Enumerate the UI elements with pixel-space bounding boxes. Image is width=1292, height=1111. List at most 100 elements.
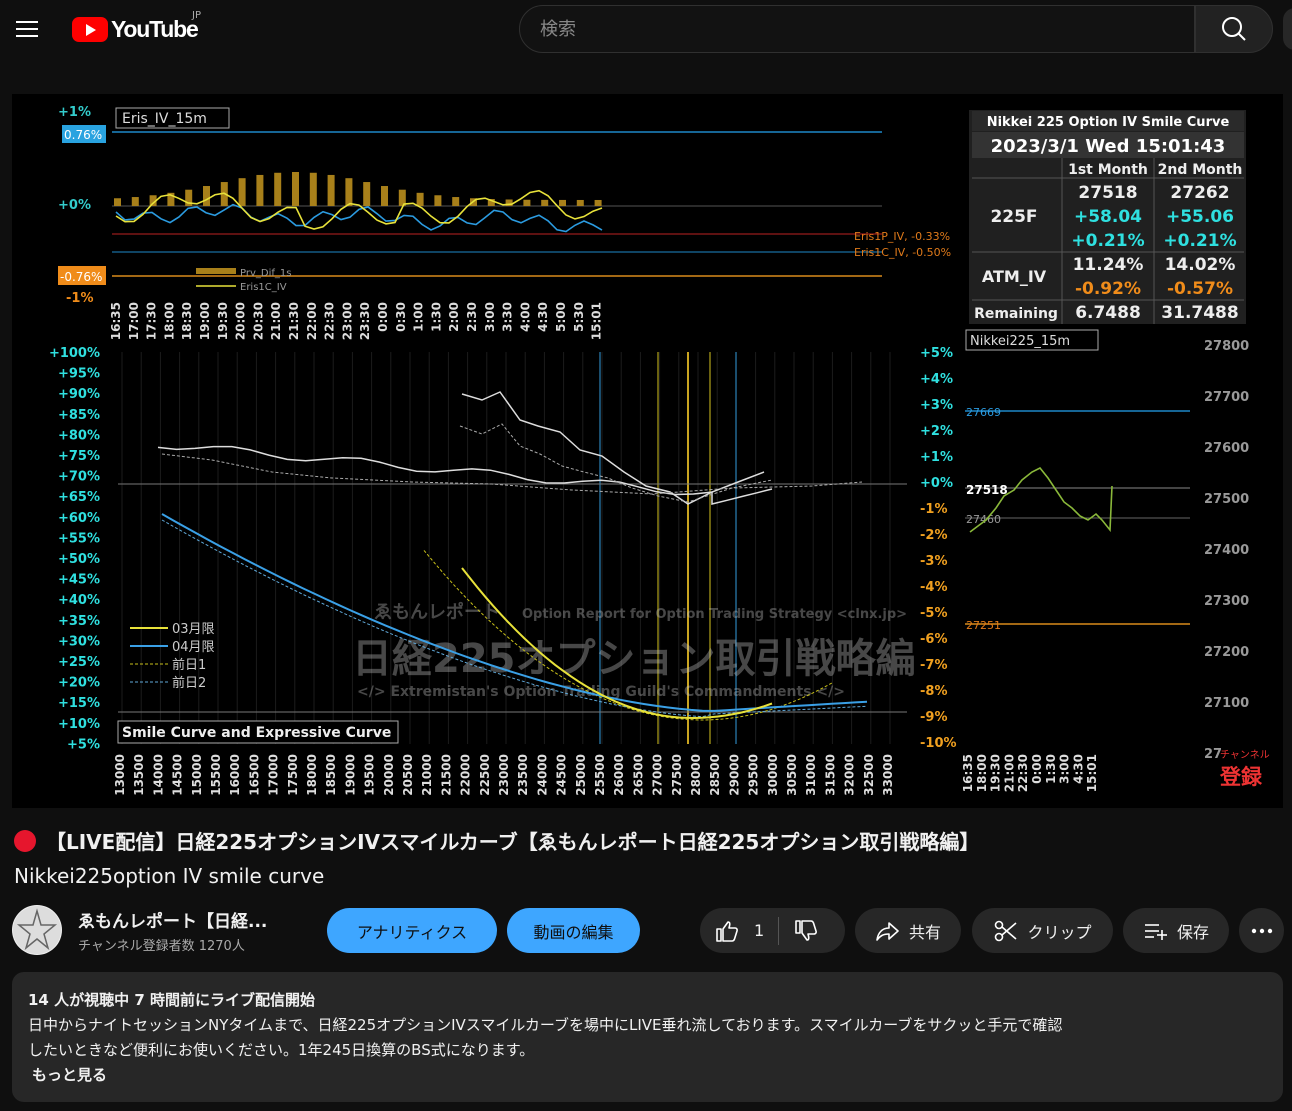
edit-label: 動画の編集 <box>533 922 614 942</box>
strike-tick: 30500 <box>785 754 799 796</box>
nikkei-low: 27251 <box>966 619 1001 632</box>
smile-y-tick: +75% <box>58 449 100 464</box>
table-f1-chg: +58.04 <box>1074 207 1142 227</box>
eris-bar <box>131 197 139 206</box>
eris-x-tick: 17:30 <box>145 302 159 340</box>
nikkei-x-tick: 3:00 <box>1058 754 1072 784</box>
voice-search-button[interactable] <box>1283 8 1292 50</box>
smile-y-tick: +70% <box>58 470 100 485</box>
eris-x-tick: 3:30 <box>501 302 515 332</box>
nikkei-x-tick: 16:35 <box>961 754 975 792</box>
pct-y-tick: -8% <box>920 684 947 699</box>
strike-tick: 13000 <box>113 754 127 796</box>
eris-x-tick: 21:00 <box>269 302 283 340</box>
watermark-2: 日経225オプション取引戦略編 <box>352 636 916 682</box>
live-icon <box>14 829 36 852</box>
nikkei-mid: 27460 <box>966 513 1001 526</box>
show-more-link[interactable]: もっと見る <box>28 1063 1267 1088</box>
pct-y-tick: -7% <box>920 658 947 673</box>
table-atm1-chg: -0.92% <box>1075 279 1141 299</box>
analytics-button[interactable]: アナリティクス <box>327 908 497 953</box>
eris-x-tick: 23:30 <box>358 302 372 340</box>
save-button[interactable]: 保存 <box>1123 908 1229 953</box>
iv-table: Nikkei 225 Option IV Smile Curve 2023/3/… <box>969 110 1246 324</box>
strike-tick: 22000 <box>459 754 473 796</box>
eris-bar <box>452 197 460 206</box>
description-meta: 14 人が視聴中 7 時間前にライブ配信開始 <box>28 991 315 1009</box>
edit-video-button[interactable]: 動画の編集 <box>507 908 640 953</box>
clip-label: クリップ <box>1027 922 1092 942</box>
eris-bar <box>114 198 121 206</box>
nikkei-y-tick: 27200 <box>1204 645 1249 660</box>
pct-y-tick: -6% <box>920 632 947 647</box>
strike-tick: 23500 <box>516 754 530 796</box>
eris-x-tick: 1:30 <box>429 302 443 332</box>
like-dislike-group: 1 <box>700 908 845 953</box>
strike-tick: 18500 <box>324 754 338 796</box>
top-bar: YouTube JP <box>0 0 1292 58</box>
strike-tick: 17500 <box>286 754 300 796</box>
thumbs-down-icon[interactable] <box>793 919 819 943</box>
like-button[interactable]: 1 <box>714 919 764 943</box>
video-title-text: 【LIVE配信】日経225オプションIVスマイルカーブ【ゑもんレポート日経225… <box>46 830 980 854</box>
subscribe-big[interactable]: 登録 <box>1219 765 1263 789</box>
nikkei-x-tick: 0:00 <box>1030 754 1044 784</box>
table-225f: 225F <box>990 207 1037 227</box>
eris-x-tick: 19:00 <box>198 302 212 340</box>
eris-bar <box>363 182 371 206</box>
video-subtitle: Nikkei225option IV smile curve <box>14 864 325 888</box>
clip-button[interactable]: クリップ <box>972 908 1113 953</box>
strike-tick: 17000 <box>267 754 281 796</box>
strike-tick: 30000 <box>766 754 780 796</box>
smile-y-tick: +25% <box>58 655 100 670</box>
smile-y-tick: +45% <box>58 573 100 588</box>
search-button[interactable] <box>1195 5 1273 53</box>
eris-x-tick: 20:00 <box>234 302 248 340</box>
pct-y-tick: +1% <box>920 450 953 465</box>
table-remain2: 31.7488 <box>1161 303 1238 323</box>
eris-x-tick: 4:00 <box>518 302 532 332</box>
strike-tick: 26500 <box>631 754 645 796</box>
table-col2: 2nd Month <box>1158 162 1243 178</box>
strike-tick: 24500 <box>555 754 569 796</box>
eris-x-tick: 20:30 <box>251 302 265 340</box>
eris-bar <box>523 199 531 206</box>
strike-tick: 29500 <box>747 754 761 796</box>
channel-name[interactable]: ゑもんレポート【日経... <box>78 907 267 932</box>
strike-tick: 16500 <box>247 754 261 796</box>
strike-tick: 28000 <box>689 754 703 796</box>
search-input[interactable] <box>519 5 1195 53</box>
smile-y-tick: +10% <box>58 717 100 732</box>
eris-x-tick: 0:30 <box>394 302 408 332</box>
video-frame: Eris_IV_15m +1% 0.76% +0% -0.76% -1% Eri… <box>49 105 1270 796</box>
eris-x-tick: 22:00 <box>305 302 319 340</box>
share-button[interactable]: 共有 <box>855 908 961 953</box>
eris-bar <box>256 174 264 206</box>
strike-tick: 33000 <box>881 754 895 796</box>
strike-tick: 22500 <box>478 754 492 796</box>
more-actions-button[interactable] <box>1239 908 1284 953</box>
nikkei-last: 27518 <box>966 483 1008 497</box>
table-remain1: 6.7488 <box>1075 303 1141 323</box>
eris-bar <box>203 186 210 206</box>
eris-x-tick: 3:00 <box>483 302 497 332</box>
strike-tick: 25500 <box>593 754 607 796</box>
smile-y-tick: +85% <box>58 408 100 423</box>
pct-y-tick: -2% <box>920 528 947 543</box>
nikkei-title: Nikkei225_15m <box>970 334 1070 349</box>
menu-icon[interactable] <box>10 12 44 46</box>
eris-x-tick: 23:00 <box>340 302 354 340</box>
table-atm1: 11.24% <box>1073 255 1144 275</box>
eris-bar <box>434 195 442 206</box>
table-col1: 1st Month <box>1068 162 1148 178</box>
youtube-logo[interactable]: YouTube <box>72 16 199 42</box>
smile-y-tick: +55% <box>58 531 100 546</box>
pct-y-tick: -9% <box>920 710 947 725</box>
description-box[interactable]: 14 人が視聴中 7 時間前にライブ配信開始 日中からナイトセッションNYタイム… <box>12 972 1283 1102</box>
video-player[interactable]: Eris_IV_15m +1% 0.76% +0% -0.76% -1% Eri… <box>12 94 1283 808</box>
pct-y-tick: +5% <box>920 346 953 361</box>
table-header: Nikkei 225 Option IV Smile Curve <box>987 115 1230 130</box>
youtube-play-icon <box>72 16 108 42</box>
eris-bar <box>594 199 602 206</box>
avatar[interactable] <box>12 905 62 955</box>
